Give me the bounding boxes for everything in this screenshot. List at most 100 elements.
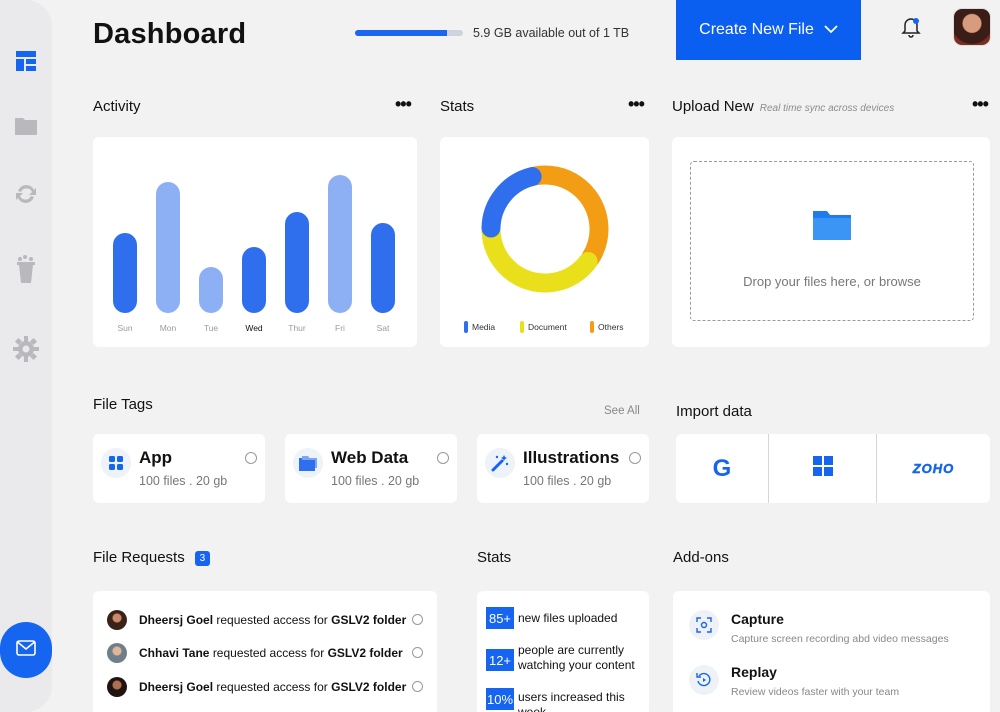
- stat-text: new files uploaded: [518, 611, 618, 625]
- addons-title: Add-ons: [673, 549, 729, 566]
- info-icon[interactable]: [629, 452, 641, 464]
- activity-bar-mon: [156, 182, 180, 313]
- upload-subtitle: Real time sync across devices: [759, 103, 895, 114]
- info-icon[interactable]: [412, 614, 423, 625]
- folder-icon[interactable]: [11, 110, 41, 140]
- info-icon[interactable]: [437, 452, 449, 464]
- file-requests-title: File Requests 3: [93, 549, 210, 566]
- sidebar: [0, 0, 52, 712]
- tag-card-illustrations[interactable]: Illustrations 100 files . 20 gb: [477, 434, 649, 503]
- activity-bar-sun: [113, 233, 137, 313]
- page-title: Dashboard: [93, 18, 247, 50]
- google-icon: G: [712, 454, 732, 482]
- stats-donut-chart: [481, 165, 609, 293]
- chevron-down-icon: [824, 21, 838, 39]
- mail-button[interactable]: [0, 622, 52, 678]
- import-google[interactable]: G: [676, 434, 768, 503]
- info-icon[interactable]: [245, 452, 257, 464]
- activity-bar-wed: [242, 247, 266, 313]
- stats-more-icon[interactable]: •••: [628, 94, 645, 115]
- import-sources: G ZOHO: [676, 434, 990, 503]
- file-requests-count-badge: 3: [194, 551, 210, 566]
- magic-wand-icon: [485, 448, 515, 478]
- stat-number-badge: 10%: [486, 688, 514, 710]
- apps-grid-icon: [101, 448, 131, 478]
- stats-list-card: 85+ new files uploaded 12+ people are cu…: [477, 591, 649, 712]
- trash-icon[interactable]: [11, 254, 41, 284]
- legend-others: Others: [590, 321, 624, 333]
- mail-icon: [16, 639, 36, 661]
- activity-day-label: Fri: [335, 323, 345, 333]
- activity-bar-sat: [371, 223, 395, 313]
- file-dropzone[interactable]: Drop your files here, or browse: [690, 161, 974, 321]
- tag-card-app[interactable]: App 100 files . 20 gb: [93, 434, 265, 503]
- stat-number-badge: 12+: [486, 649, 514, 671]
- activity-day-label: Mon: [159, 323, 177, 333]
- upload-more-icon[interactable]: •••: [972, 94, 989, 115]
- addon-desc: Capture screen recording abd video messa…: [731, 633, 949, 645]
- dashboard-grid-icon[interactable]: [11, 46, 41, 76]
- tag-name: App: [139, 448, 173, 467]
- tag-name: Web Data: [331, 448, 409, 467]
- import-windows[interactable]: [769, 434, 876, 503]
- info-icon[interactable]: [412, 681, 423, 692]
- activity-day-label: Tue: [203, 323, 219, 333]
- avatar: [107, 677, 127, 697]
- activity-title: Activity: [93, 98, 141, 115]
- legend-document: Document: [520, 321, 567, 333]
- activity-bar-fri: [328, 175, 352, 313]
- addon-title[interactable]: Capture: [731, 611, 784, 627]
- bell-icon[interactable]: [900, 16, 922, 38]
- stats-list-title: Stats: [477, 549, 512, 566]
- tag-meta: 100 files . 20 gb: [331, 474, 420, 488]
- storage-text: 5.9 GB available out of 1 TB: [473, 26, 630, 40]
- import-zoho[interactable]: ZOHO: [877, 434, 990, 503]
- file-request-row[interactable]: Chhavi Tane requested access for GSLV2 f…: [107, 642, 403, 664]
- gear-icon[interactable]: [11, 334, 41, 364]
- create-new-file-label: Create New File: [699, 21, 814, 38]
- stats-title: Stats: [440, 98, 475, 115]
- storage-progress-bar: [355, 30, 463, 36]
- info-icon[interactable]: [412, 647, 423, 658]
- addon-desc: Review videos faster with your team: [731, 686, 900, 698]
- tag-card-web-data[interactable]: Web Data 100 files . 20 gb: [285, 434, 457, 503]
- tag-meta: 100 files . 20 gb: [523, 474, 612, 488]
- activity-day-label: Sun: [117, 323, 133, 333]
- stat-number-badge: 85+: [486, 607, 514, 629]
- avatar: [107, 610, 127, 630]
- file-requests-card: Dheersj Goel requested access for GSLV2 …: [93, 591, 437, 712]
- upload-card: Drop your files here, or browse: [672, 137, 990, 347]
- avatar: [107, 643, 127, 663]
- zoho-logo: ZOHO: [912, 461, 955, 477]
- activity-more-icon[interactable]: •••: [395, 94, 412, 115]
- windows-icon: [812, 456, 833, 481]
- activity-day-label: Sat: [376, 323, 390, 333]
- activity-bar-thur: [285, 212, 309, 313]
- file-request-row[interactable]: Dheersj Goel requested access for GSLV2 …: [107, 609, 406, 631]
- replay-icon: [689, 665, 719, 695]
- stat-text: users increased this week: [518, 690, 625, 712]
- stat-text: people are currently watching your conte…: [518, 643, 635, 672]
- activity-chart: Sun Mon Tue Wed Thur Fri Sat: [93, 137, 417, 347]
- activity-day-label: Wed: [245, 323, 263, 333]
- see-all-link[interactable]: See All: [604, 405, 640, 417]
- folders-icon: [293, 448, 323, 478]
- drop-text: Drop your files here, or browse: [743, 274, 921, 289]
- activity-bar-tue: [199, 267, 223, 313]
- storage-progress-fill: [355, 30, 447, 36]
- file-tags-title: File Tags: [93, 396, 153, 413]
- file-request-row[interactable]: Dheersj Goel requested access for GSLV2 …: [107, 676, 406, 698]
- tag-meta: 100 files . 20 gb: [139, 474, 228, 488]
- addons-card: Capture Capture screen recording abd vid…: [673, 591, 990, 712]
- create-new-file-button[interactable]: Create New File: [676, 0, 861, 60]
- capture-icon: [689, 610, 719, 640]
- user-avatar[interactable]: [953, 8, 991, 46]
- legend-media: Media: [464, 321, 495, 333]
- sync-icon[interactable]: [11, 179, 41, 209]
- folder-upload-icon: [813, 208, 851, 245]
- tag-name: Illustrations: [523, 448, 620, 467]
- import-title: Import data: [676, 403, 752, 420]
- addon-title[interactable]: Replay: [731, 664, 777, 680]
- upload-title: Upload New Real time sync across devices: [672, 98, 895, 115]
- activity-day-label: Thur: [288, 323, 306, 333]
